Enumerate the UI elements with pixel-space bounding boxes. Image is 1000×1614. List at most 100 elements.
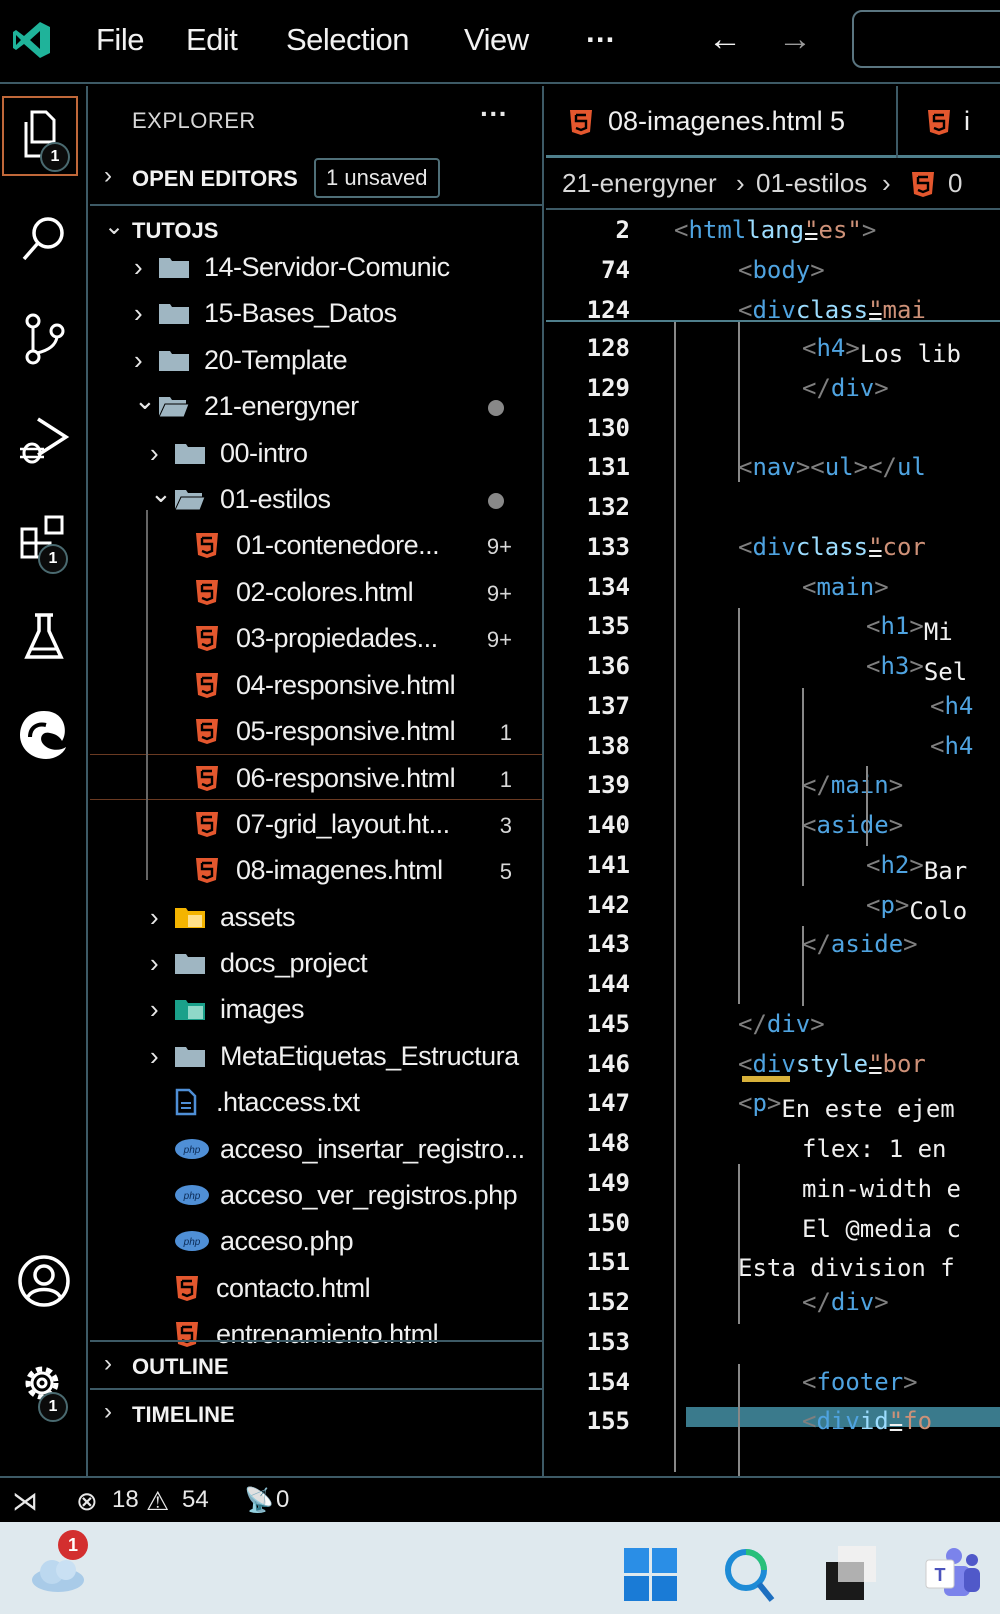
error-icon[interactable]: ⊗ <box>76 1486 98 1517</box>
tree-file[interactable]: 07-grid_layout.ht... 3 <box>90 801 542 847</box>
tree-folder[interactable]: › 14-Servidor-Comunic <box>90 244 542 290</box>
code-line[interactable]: 130 <box>546 408 1000 448</box>
tree-folder[interactable]: › 15-Bases_Datos <box>90 290 542 336</box>
activity-run-debug[interactable] <box>0 404 88 474</box>
tree-folder[interactable]: ⌄ 21-energyner <box>90 383 542 429</box>
code-line[interactable]: 151 Esta division f <box>546 1242 1000 1282</box>
chevron-right-icon[interactable]: › <box>150 902 159 933</box>
activity-edge-devtools[interactable] <box>0 700 88 770</box>
activity-manage[interactable]: 1 <box>0 1350 88 1422</box>
tree-file[interactable]: php acceso_ver_registros.php <box>90 1172 542 1218</box>
code-line[interactable]: 152 </div> <box>546 1282 1000 1322</box>
command-center-search[interactable] <box>852 10 1000 68</box>
code-line[interactable]: 149 min-width e <box>546 1163 1000 1203</box>
activity-search[interactable] <box>0 204 88 274</box>
code-line[interactable]: 137 <h4 <box>546 686 1000 726</box>
activity-accounts[interactable] <box>0 1246 88 1316</box>
tree-folder[interactable]: › images <box>90 986 542 1032</box>
code-line[interactable]: 145 </div> <box>546 1004 1000 1044</box>
code-line[interactable]: 150 El @media c <box>546 1203 1000 1243</box>
breadcrumb-item[interactable]: 0 <box>948 168 962 199</box>
chevron-right-icon[interactable]: › <box>150 994 159 1025</box>
tree-file[interactable]: 03-propiedades... 9+ <box>90 615 542 661</box>
activity-extensions[interactable]: 1 <box>0 504 88 574</box>
code-line[interactable]: 153 <box>546 1322 1000 1362</box>
chevron-right-icon[interactable]: › <box>134 298 143 329</box>
code-line[interactable]: 138 <h4 <box>546 726 1000 766</box>
sticky-scroll-line[interactable]: 2 <html lang = "es"> <box>546 210 1000 250</box>
menu-selection[interactable]: Selection <box>286 22 410 58</box>
code-line[interactable]: 129 </div> <box>546 368 1000 408</box>
activity-explorer[interactable]: 1 <box>2 96 78 176</box>
error-count[interactable]: 18 <box>112 1486 139 1514</box>
menu-edit[interactable]: Edit <box>186 22 238 58</box>
code-line[interactable]: 155 <div id = "fo <box>546 1401 1000 1441</box>
sticky-scroll-line[interactable]: 74 <body> <box>546 250 1000 290</box>
breadcrumb-item[interactable]: 21-energyner <box>562 168 717 199</box>
tree-file[interactable]: 01-contenedore... 9+ <box>90 522 542 568</box>
tab-next-file[interactable]: i <box>898 86 1000 158</box>
sticky-scroll-line[interactable]: 124 <div class = "mai <box>546 290 1000 330</box>
warning-icon[interactable]: ⚠ <box>146 1486 169 1517</box>
code-line[interactable]: 140 <aside> <box>546 805 1000 845</box>
activity-source-control[interactable] <box>0 304 88 374</box>
chevron-right-icon[interactable]: › <box>150 438 159 469</box>
tab-08-imagenes[interactable]: 08-imagenes.html 5 <box>546 86 896 158</box>
arrow-left-icon[interactable]: ← <box>708 20 742 59</box>
code-line[interactable]: 139 </main> <box>546 765 1000 805</box>
tree-file[interactable]: 05-responsive.html 1 <box>90 708 542 754</box>
chevron-right-icon[interactable]: › <box>150 948 159 979</box>
code-line[interactable]: 131 <nav > <ul></ul <box>546 447 1000 487</box>
code-line[interactable]: 148 flex: 1 en <box>546 1123 1000 1163</box>
tree-folder[interactable]: › docs_project <box>90 940 542 986</box>
tree-folder[interactable]: › MetaEtiquetas_Estructura <box>90 1033 542 1079</box>
tree-file[interactable]: php acceso.php <box>90 1218 542 1264</box>
tree-file[interactable]: 02-colores.html 9+ <box>90 569 542 615</box>
menu-file[interactable]: File <box>96 22 144 58</box>
ports-icon[interactable]: 📡 <box>244 1486 274 1515</box>
tree-folder[interactable]: › 20-Template <box>90 337 542 383</box>
tree-file[interactable]: .htaccess.txt <box>90 1079 542 1125</box>
task-view-button[interactable] <box>824 1544 878 1607</box>
tree-file[interactable]: 04-responsive.html <box>90 662 542 708</box>
code-line[interactable]: 134 <main> <box>546 567 1000 607</box>
remote-icon[interactable]: ⋊ <box>12 1486 38 1517</box>
tree-file[interactable]: php acceso_insertar_registro... <box>90 1126 542 1172</box>
tree-folder[interactable]: › assets <box>90 894 542 940</box>
code-line[interactable]: 154 <footer> <box>546 1362 1000 1402</box>
chevron-right-icon[interactable]: › <box>134 252 143 283</box>
code-line[interactable]: 136 <h3> Sel <box>546 646 1000 686</box>
menu-view[interactable]: View <box>464 22 529 58</box>
timeline-section[interactable]: › TIMELINE <box>90 1392 542 1436</box>
tree-file[interactable]: contacto.html <box>90 1265 542 1311</box>
warning-count[interactable]: 54 <box>182 1486 209 1514</box>
weather-widget[interactable]: 1 <box>28 1530 90 1594</box>
code-line[interactable]: 142 <p> Colo <box>546 885 1000 925</box>
code-line[interactable]: 132 <box>546 487 1000 527</box>
chevron-down-icon[interactable]: ⌄ <box>134 385 156 416</box>
explorer-more-button[interactable]: ··· <box>480 98 508 130</box>
taskbar-search-button[interactable] <box>722 1546 778 1609</box>
chevron-right-icon[interactable]: › <box>134 345 143 376</box>
tree-folder[interactable]: › 00-intro <box>90 430 542 476</box>
code-line[interactable]: 128 <h4> Los lib <box>546 328 1000 368</box>
arrow-right-icon[interactable]: → <box>778 20 812 59</box>
ports-count[interactable]: 0 <box>276 1486 289 1514</box>
code-line[interactable]: 144 <box>546 964 1000 1004</box>
tree-file[interactable]: 06-responsive.html 1 <box>90 754 542 801</box>
code-line[interactable]: 143 </aside> <box>546 924 1000 964</box>
code-line[interactable]: 147 <p> En este ejem <box>546 1083 1000 1123</box>
breadcrumb-item[interactable]: 01-estilos <box>756 168 867 199</box>
tree-file[interactable]: 08-imagenes.html 5 <box>90 847 542 893</box>
chevron-right-icon[interactable]: › <box>150 1041 159 1072</box>
menu-more[interactable]: ··· <box>586 22 616 58</box>
activity-testing[interactable] <box>0 602 88 672</box>
chevron-down-icon[interactable]: ⌄ <box>150 478 172 509</box>
tree-folder[interactable]: ⌄ 01-estilos <box>90 476 542 522</box>
code-line[interactable]: 133 <div class = "cor <box>546 527 1000 567</box>
teams-button[interactable]: T <box>924 1546 984 1607</box>
code-line[interactable]: 146 <div style = "bor <box>546 1044 1000 1084</box>
outline-section[interactable]: › OUTLINE <box>90 1344 542 1388</box>
start-button[interactable] <box>624 1548 678 1607</box>
code-line[interactable]: 135 <h1> Mi <box>546 606 1000 646</box>
